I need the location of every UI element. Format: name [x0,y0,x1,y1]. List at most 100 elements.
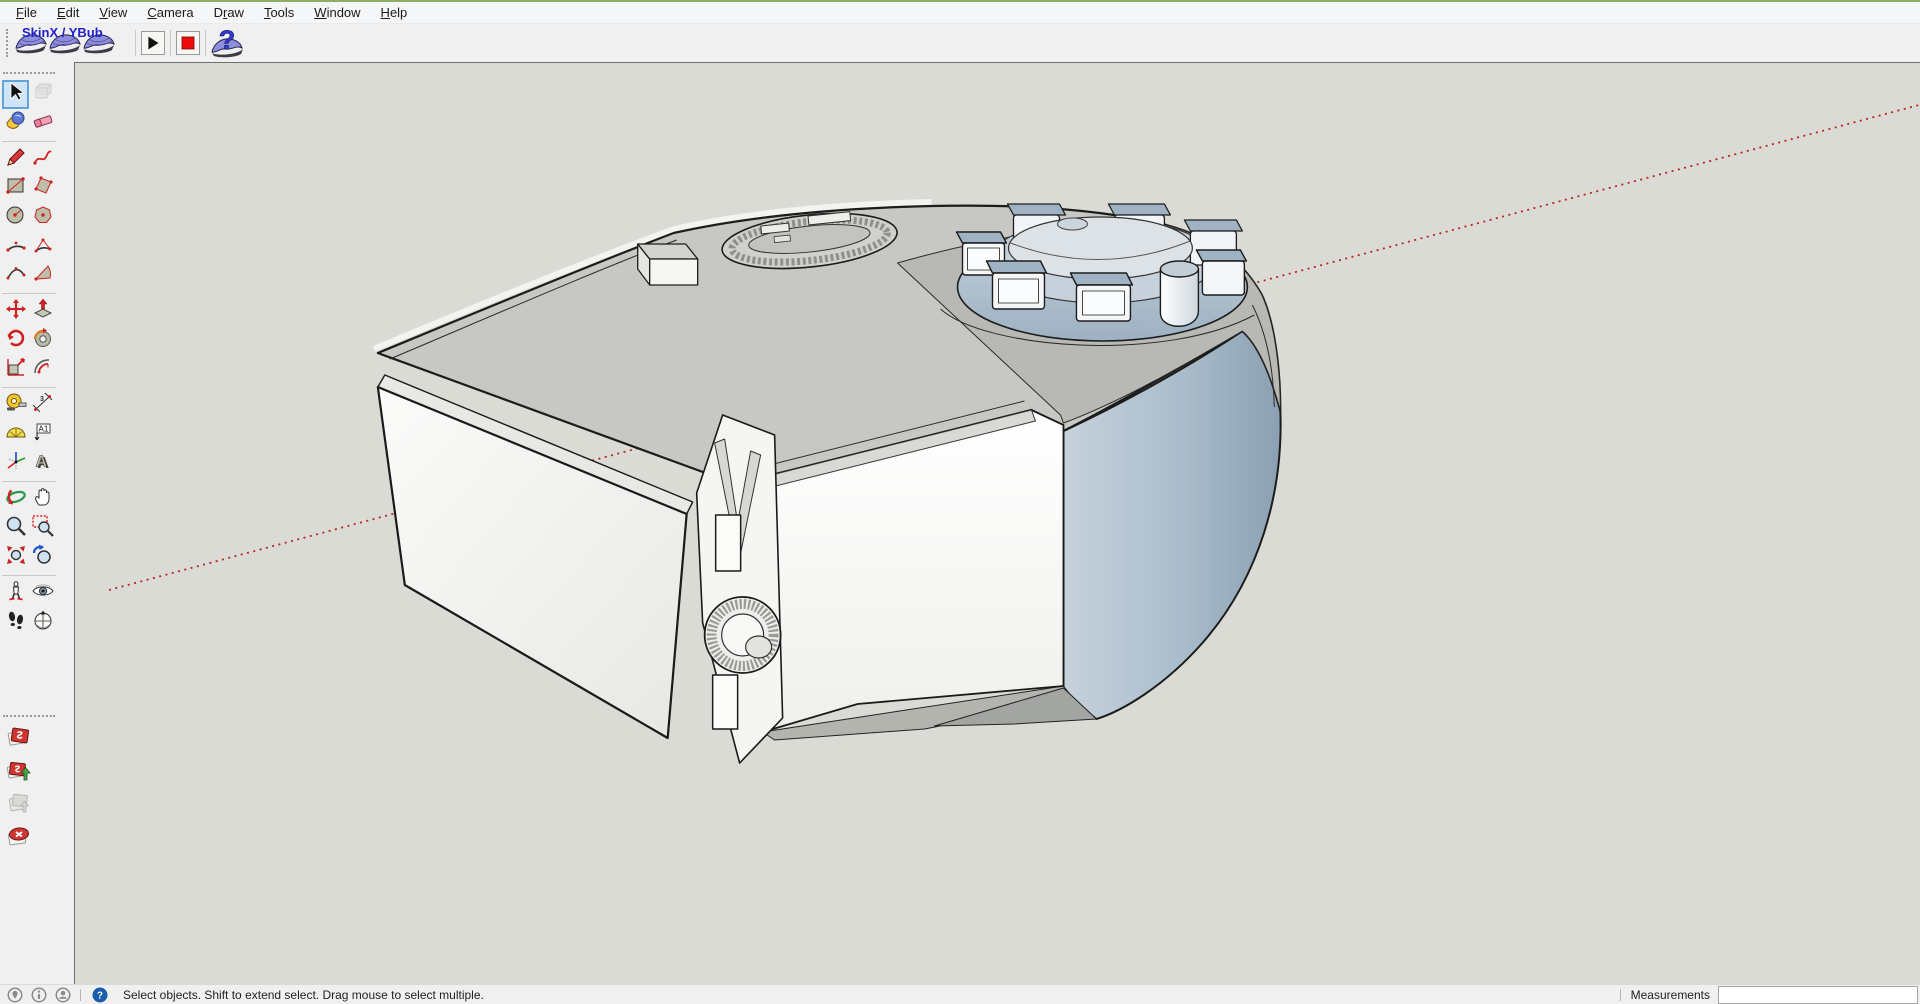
menu-file[interactable]: File [6,3,47,22]
toolbar-grip[interactable] [3,72,55,76]
paint-bucket-tool[interactable] [2,109,29,138]
measurements-input[interactable] [1718,986,1918,1004]
circle-tool[interactable] [2,203,29,232]
rotated-rectangle-tool[interactable] [29,174,56,203]
sign-in-icon[interactable] [54,986,72,1004]
toolbar-section-separator [2,575,56,576]
rectangle-tool[interactable] [2,174,29,203]
pan-icon [31,485,55,514]
arc-2pt-tool[interactable] [2,232,29,261]
svg-text:A1: A1 [38,425,48,434]
menu-window[interactable]: Window [304,3,370,22]
toolbar-section-separator [2,141,56,142]
section-plane-icon [31,608,55,637]
follow-me-icon [31,326,55,355]
zoom-icon [4,514,28,543]
select-tool[interactable] [2,80,29,109]
menu-camera[interactable]: Camera [137,3,203,22]
push-pull-icon [31,297,55,326]
offset-icon [31,355,55,384]
status-bar: ? Select objects. Shift to extend select… [0,984,1920,1004]
zoom-tool[interactable] [2,514,29,543]
orbit-icon [4,485,28,514]
drawing-canvas[interactable] [74,62,1920,984]
paint-bucket-icon [4,109,28,138]
skp-delete-red-button[interactable] [1,822,37,855]
menu-draw[interactable]: Draw [204,3,254,22]
skp-file-red-button[interactable] [1,723,37,756]
walk-tool[interactable] [2,608,29,637]
freehand-tool[interactable] [29,145,56,174]
skin-help-button[interactable]: ? [209,27,245,59]
polygon-tool[interactable] [29,203,56,232]
menu-view[interactable]: View [89,3,137,22]
skp-file-red-icon [7,725,31,754]
toolbar-grip[interactable] [6,29,10,57]
toolbar-section-separator [2,481,56,482]
freehand-icon [31,145,55,174]
zoom-extents-tool[interactable] [2,543,29,572]
zoom-previous-icon [31,543,55,572]
circle-icon [4,203,28,232]
skin-play-button[interactable] [141,31,165,55]
svg-text:A: A [35,454,47,471]
help-icon[interactable]: ? [91,986,109,1004]
status-message: Select objects. Shift to extend select. … [123,988,484,1002]
toolbar-grip[interactable] [3,715,55,719]
svg-text:?: ? [219,27,236,55]
skinx-button-group: SkinX / YBub [14,25,132,61]
look-around-tool[interactable] [29,579,56,608]
menu-help[interactable]: Help [371,3,418,22]
rectangle-icon [4,174,28,203]
text-tool[interactable]: A1 [29,420,56,449]
make-component-tool[interactable] [29,80,56,109]
orbit-tool[interactable] [2,485,29,514]
skin-stop-button[interactable] [176,31,200,55]
claim-credits-icon[interactable] [30,986,48,1004]
rotate-tool[interactable] [2,326,29,355]
dimensions-tool[interactable]: 3 [29,391,56,420]
make-component-icon [31,80,55,109]
pie-filled-icon [31,261,55,290]
statusbar-divider [1620,989,1621,1001]
axes-icon [4,449,28,478]
section-plane-tool[interactable] [29,608,56,637]
skp-import-disabled-button [1,789,37,822]
axes-tool[interactable] [2,449,29,478]
scale-tool[interactable] [2,355,29,384]
zoom-window-icon [31,514,55,543]
statusbar-divider [80,989,81,1001]
model-post-upper [716,515,741,571]
geolocation-icon[interactable] [6,986,24,1004]
dimensions-icon: 3 [31,391,55,420]
zoom-window-tool[interactable] [29,514,56,543]
toolbar-separator [170,30,171,56]
menu-edit[interactable]: Edit [47,3,89,22]
offset-tool[interactable] [29,355,56,384]
model-knob [705,597,781,673]
3d-text-tool[interactable]: AA [29,449,56,478]
line-tool[interactable] [2,145,29,174]
position-camera-tool[interactable] [2,579,29,608]
text-icon: A1 [31,420,55,449]
push-pull-tool[interactable] [29,297,56,326]
model-post-lower [713,675,738,729]
pie-tool[interactable] [29,232,56,261]
eraser-tool[interactable] [29,109,56,138]
zoom-previous-tool[interactable] [29,543,56,572]
line-icon [4,145,28,174]
pan-tool[interactable] [29,485,56,514]
skp-import-disabled-icon [7,791,31,820]
follow-me-tool[interactable] [29,326,56,355]
arc-3pt-tool[interactable] [2,261,29,290]
protractor-tool[interactable] [2,420,29,449]
pie-filled-tool[interactable] [29,261,56,290]
toolbar-separator [135,30,136,56]
tape-measure-tool[interactable] [2,391,29,420]
plugin-toolbar-vertical [0,715,74,855]
skp-export-up-button[interactable] [1,756,37,789]
move-tool[interactable] [2,297,29,326]
3d-text-icon: AA [31,449,55,478]
menu-tools[interactable]: Tools [254,3,304,22]
move-icon [4,297,28,326]
